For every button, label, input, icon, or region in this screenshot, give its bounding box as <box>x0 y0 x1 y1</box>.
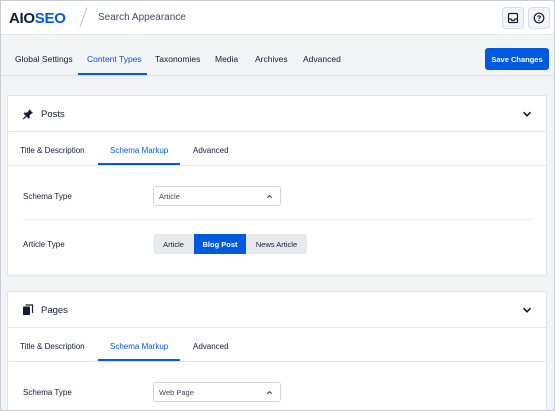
aioseo-logo[interactable]: AIOSEO <box>9 10 66 27</box>
posts-schema-type-select[interactable]: Article <box>153 186 281 206</box>
article-type-article-button[interactable]: Article <box>153 234 194 254</box>
save-icon <box>507 12 519 24</box>
posts-schema-type-value: Article <box>159 192 180 201</box>
posts-tab-advanced[interactable]: Advanced <box>193 146 229 155</box>
article-type-segmented-control: Article Blog Post News Article <box>153 234 307 254</box>
pin-icon <box>22 109 33 120</box>
pages-card-title: Pages <box>41 305 68 316</box>
tab-media[interactable]: Media <box>215 54 238 64</box>
page-title: Search Appearance <box>98 12 186 23</box>
chevron-down-icon[interactable] <box>522 109 532 119</box>
tab-advanced[interactable]: Advanced <box>303 54 341 64</box>
article-type-news-article-button[interactable]: News Article <box>246 234 307 254</box>
help-icon <box>533 12 545 24</box>
posts-article-type-label: Article Type <box>23 240 65 249</box>
article-type-blog-post-button[interactable]: Blog Post <box>194 234 246 254</box>
top-bar: AIOSEO Search Appearance <box>1 1 554 35</box>
pages-schema-type-select[interactable]: Web Page <box>153 382 281 402</box>
help-button[interactable] <box>528 7 550 29</box>
chevron-up-icon <box>266 194 273 199</box>
pages-active-subtab-indicator <box>98 359 180 361</box>
posts-schema-type-label: Schema Type <box>23 192 72 201</box>
pages-tab-title-description[interactable]: Title & Description <box>20 342 85 351</box>
row-divider <box>23 219 533 220</box>
tab-global-settings[interactable]: Global Settings <box>15 54 73 64</box>
posts-subtabs: Title & Description Schema Markup Advanc… <box>8 132 546 166</box>
pages-schema-type-value: Web Page <box>159 388 194 397</box>
main-nav: Global Settings Content Types Taxonomies… <box>1 36 554 76</box>
pages-card-header[interactable]: Pages <box>8 292 546 328</box>
tab-archives[interactable]: Archives <box>255 54 288 64</box>
chevron-down-icon[interactable] <box>522 305 532 315</box>
posts-active-subtab-indicator <box>98 163 180 165</box>
breadcrumb-separator <box>79 7 88 27</box>
active-tab-indicator <box>78 73 147 75</box>
pages-tab-schema-markup[interactable]: Schema Markup <box>110 342 168 351</box>
tab-taxonomies[interactable]: Taxonomies <box>155 54 200 64</box>
posts-tab-schema-markup[interactable]: Schema Markup <box>110 146 168 155</box>
pages-tab-advanced[interactable]: Advanced <box>193 342 229 351</box>
chevron-up-icon <box>266 390 273 395</box>
notifications-button[interactable] <box>502 7 524 29</box>
posts-card-title: Posts <box>41 109 65 120</box>
tab-content-types[interactable]: Content Types <box>87 54 142 64</box>
logo-prefix: AIO <box>9 10 35 27</box>
logo-suffix: SEO <box>34 10 66 27</box>
pages-subtabs: Title & Description Schema Markup Advanc… <box>8 328 546 362</box>
posts-card: Posts Title & Description Schema Markup … <box>7 95 547 276</box>
posts-card-header[interactable]: Posts <box>8 96 546 132</box>
posts-tab-title-description[interactable]: Title & Description <box>20 146 85 155</box>
pages-icon <box>23 304 34 315</box>
pages-schema-type-label: Schema Type <box>23 388 72 397</box>
save-changes-button[interactable]: Save Changes <box>485 48 549 70</box>
pages-card: Pages Title & Description Schema Markup … <box>7 291 547 411</box>
